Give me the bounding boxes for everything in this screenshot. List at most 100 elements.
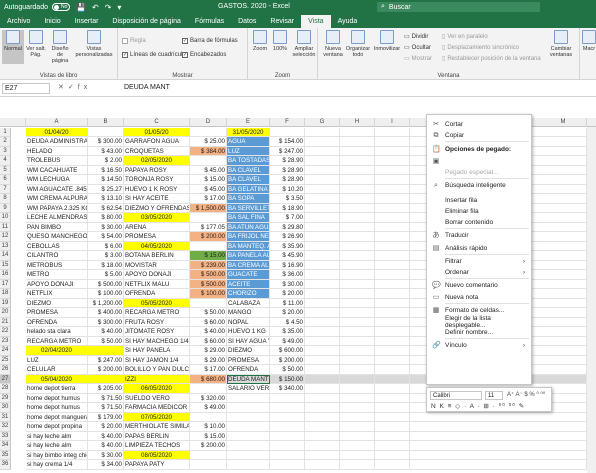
row-header[interactable]: 15 [0, 260, 11, 270]
empty-cell[interactable] [340, 175, 375, 185]
cell-c21[interactable]: FRUTA ROSY [124, 317, 190, 327]
cell-b20[interactable]: $ 400.00 [88, 308, 124, 318]
empty-cell[interactable] [340, 156, 375, 166]
empty-cell[interactable] [305, 403, 340, 413]
sync-scroll-button[interactable]: ▯ Desplazamiento sincrónico [442, 44, 519, 52]
cell-c7[interactable]: HUEVO 1 K ROSY [124, 184, 190, 194]
menu-item-traducir[interactable]: あ Traducir [427, 230, 531, 241]
split-button[interactable]: ▭ Dividir [404, 33, 428, 41]
cell-a34[interactable]: si hay leche alm [26, 441, 88, 451]
row-header[interactable]: 27 [0, 374, 11, 384]
menu-item-ordenar[interactable]: Ordenar › [427, 267, 531, 278]
cell-e7[interactable]: BA GELATINA [227, 184, 270, 194]
row-header[interactable]: 22 [0, 327, 11, 337]
zoom-100-button[interactable]: 100% [271, 30, 289, 52]
cell-a3[interactable]: HELADO [26, 146, 88, 156]
arrange-all-button[interactable]: Organizar todo [346, 30, 370, 58]
row-header[interactable]: 20 [0, 308, 11, 318]
row-header[interactable]: 5 [0, 165, 11, 175]
cell-c32[interactable]: MERTHIOLATE SIMILA [124, 422, 190, 432]
cell-b6[interactable]: $ 14.50 [88, 175, 124, 185]
empty-cell[interactable] [305, 327, 340, 337]
cell-b23[interactable]: $ 50.00 [88, 336, 124, 346]
cell-d29[interactable]: $ 320.00 [190, 393, 227, 403]
cell-a24[interactable]: 02/04/2020 [26, 346, 88, 356]
cell-c15[interactable]: MOVISTAR [124, 260, 190, 270]
empty-cell[interactable] [375, 232, 410, 242]
empty-cell[interactable] [340, 336, 375, 346]
cell-b31[interactable]: $ 179.00 [88, 412, 124, 422]
new-window-button[interactable]: Nueva ventana [322, 30, 344, 58]
cell-e22[interactable]: HUEVO 1 KG [227, 327, 270, 337]
cell-d1[interactable] [190, 127, 227, 137]
mini-format-row[interactable]: N K ≡ ◇ · A · ⊞ · ⁰⁰ ⁰⁰ ✎ [431, 402, 525, 410]
cell-b35[interactable]: $ 30.00 [88, 450, 124, 460]
cell-d10[interactable] [190, 213, 227, 223]
cell-f33[interactable] [270, 431, 305, 441]
cell-d19[interactable] [190, 298, 227, 308]
menu-item-búsqueda-inteligente[interactable]: ⌕ Búsqueda inteligente [427, 180, 531, 191]
row-header[interactable]: 29 [0, 393, 11, 403]
empty-cell[interactable] [340, 393, 375, 403]
empty-cell[interactable] [305, 232, 340, 242]
cell-f23[interactable]: $ 49.00 [270, 336, 305, 346]
cell-d12[interactable]: $ 200.00 [190, 232, 227, 242]
cell-c10[interactable]: 03/05/2020 [124, 213, 190, 223]
cell-e28[interactable]: SALARIO VERO [227, 384, 270, 394]
empty-cell[interactable] [340, 355, 375, 365]
cell-d8[interactable]: $ 17.00 [190, 194, 227, 204]
cell-c20[interactable]: RECARGA METRO [124, 308, 190, 318]
side-by-side-button[interactable]: ▯ Ver en paralelo [442, 33, 488, 41]
cell-f14[interactable]: $ 45.90 [270, 251, 305, 261]
empty-cell[interactable] [375, 260, 410, 270]
cell-a13[interactable]: CEBOLLAS [26, 241, 88, 251]
tab-archivo[interactable]: Archivo [0, 15, 37, 28]
cell-d14[interactable]: $ 15.00 [190, 251, 227, 261]
switch-windows-button[interactable]: Cambiar ventanas [544, 30, 578, 58]
cell-a31[interactable]: home depot manguera [26, 412, 88, 422]
empty-cell[interactable] [340, 289, 375, 299]
cell-d21[interactable]: $ 60.00 [190, 317, 227, 327]
cell-b12[interactable]: $ 54.00 [88, 232, 124, 242]
cell-e8[interactable]: BA SOPA [227, 194, 270, 204]
cell-b13[interactable]: $ 6.00 [88, 241, 124, 251]
cell-d36[interactable] [190, 460, 227, 470]
cell-a28[interactable]: home depot tierra [26, 384, 88, 394]
row-header[interactable]: 35 [0, 450, 11, 460]
cell-d2[interactable]: $ 25.00 [190, 137, 227, 147]
cell-f30[interactable] [270, 403, 305, 413]
menu-item-nuevo-comentario[interactable]: 💬 Nuevo comentario [427, 280, 531, 291]
cell-b10[interactable]: $ 80.00 [88, 213, 124, 223]
empty-cell[interactable] [375, 317, 410, 327]
cell-b36[interactable]: $ 34.00 [88, 460, 124, 470]
cell-d34[interactable]: $ 200.00 [190, 441, 227, 451]
empty-cell[interactable] [340, 184, 375, 194]
cell-e35[interactable] [227, 450, 270, 460]
cell-c26[interactable]: BOLILLO Y PAN DULCE [124, 365, 190, 375]
cell-e13[interactable]: BA MANTEQ. AUREA [227, 241, 270, 251]
empty-cell[interactable] [340, 251, 375, 261]
empty-cell[interactable] [305, 165, 340, 175]
empty-cell[interactable] [340, 137, 375, 147]
empty-cell[interactable] [340, 450, 375, 460]
cell-e5[interactable]: BA CLAVEL [227, 165, 270, 175]
tab-revisar[interactable]: Revisar [263, 15, 301, 28]
empty-cell[interactable] [375, 279, 410, 289]
cell-a11[interactable]: PAN BIMBO [26, 222, 88, 232]
customize-qat-icon[interactable]: ▾ [117, 3, 121, 12]
ruler-checkbox[interactable]: Regla [122, 38, 146, 44]
cell-f8[interactable]: $ 3.50 [270, 194, 305, 204]
cell-c6[interactable]: TORONJA ROSY [124, 175, 190, 185]
cell-e23[interactable]: SI HAY AGUA Y [227, 336, 270, 346]
empty-cell[interactable] [340, 365, 375, 375]
empty-cell[interactable] [375, 431, 410, 441]
cell-c18[interactable]: OFRENDA [124, 289, 190, 299]
menu-item-nueva-nota[interactable]: ▭ Nueva nota [427, 292, 531, 303]
menu-item-cortar[interactable]: ✂ Cortar [427, 119, 531, 130]
cell-a15[interactable]: METROBUS [26, 260, 88, 270]
cell-e30[interactable] [227, 403, 270, 413]
empty-cell[interactable] [410, 460, 587, 470]
save-icon[interactable]: 💾 [76, 3, 86, 12]
cell-b11[interactable]: $ 30.00 [88, 222, 124, 232]
menu-item-filtrar[interactable]: Filtrar › [427, 256, 531, 267]
